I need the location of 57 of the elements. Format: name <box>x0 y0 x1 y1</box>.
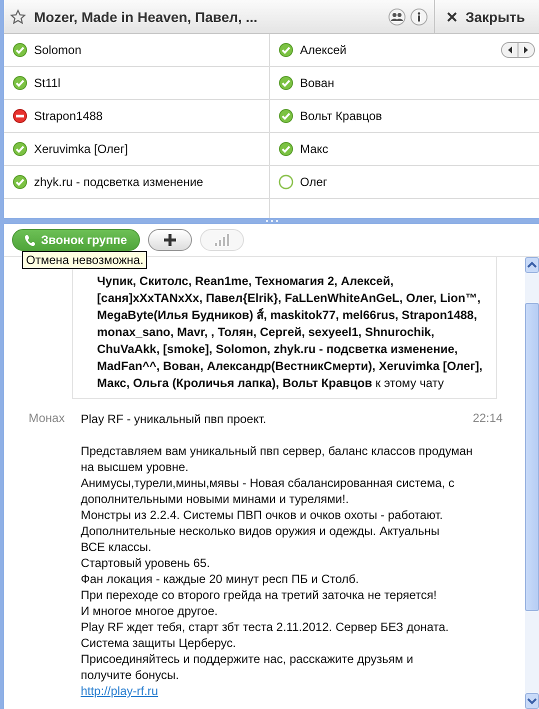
system-message-text: Чупик, Скитолс, Rean1me, Техномагия 2, Алексей, [саня]xXxTANxXx, Павел{Elrik}, FaLLenWhiteAnGeL, Олег, Lion™, MegaByte(Илья Будников) ส์, maskitok77, mel66rus, Strapon1488, monax_sano, Mavr, , Толян, Сергей, sexyeel1, Shnurochik, ChuVaAkk, [smoke], Solomon, zhyk.ru - подсветка изменение, MadFan^^, Вован, Александр(ВестникСмерти), Xeruvimka [Олег], Макс, Ольга (Кроличья лапка), Вольт Кравцов к этому чату <box>97 273 484 392</box>
message-line: получите бонусы. <box>80 667 180 683</box>
online-status-icon <box>278 42 294 58</box>
message-line: ВСЕ классы. <box>80 539 152 555</box>
participant-name[interactable]: St11l <box>34 76 60 90</box>
star-icon[interactable] <box>10 8 26 24</box>
close-icon <box>447 12 458 22</box>
participant-name[interactable]: Xeruvimka [Олег] <box>34 142 128 156</box>
participant-name[interactable]: Solomon <box>34 43 82 57</box>
message-line: Анимусы,турели,мины,мявы - Новая сбалансированная система, с <box>80 475 456 491</box>
message-line: При переходе со второго грейда на третий заточка не теряется! <box>80 587 438 603</box>
online-status-icon <box>12 75 28 91</box>
participant-name[interactable]: Алексей <box>300 43 346 57</box>
tooltip: Отмена невозможна. <box>22 251 148 269</box>
message-line: дополнительными новыми минами и турелями!. <box>80 491 350 507</box>
scroll-up-icon <box>525 257 539 273</box>
add-button[interactable] <box>148 229 192 251</box>
participant-name[interactable]: Макс <box>300 142 328 156</box>
message-line: И многое многое другое. <box>80 603 219 619</box>
participant-name[interactable]: Олег <box>300 175 328 189</box>
online-status-icon <box>12 174 28 190</box>
message-line: Play RF ждет тебя, старт збт теста 2.11.2012. Сервер БЕЗ доната. <box>80 619 450 635</box>
chat-title: Mozer, Made in Heaven, Павел, ... <box>34 8 258 24</box>
participant-name[interactable]: Strapon1488 <box>34 109 103 123</box>
online-status-icon <box>278 75 294 91</box>
message-line: на высшем уровне. <box>80 459 190 475</box>
message-line: Система защиты Церберус. <box>80 635 237 651</box>
grip-icon <box>264 219 278 223</box>
online-status-icon <box>278 141 294 157</box>
online-status-icon <box>12 141 28 157</box>
message-author: Монах <box>28 411 66 427</box>
online-status-icon <box>12 42 28 58</box>
participant-name[interactable]: Вован <box>300 76 334 90</box>
message-line: Монстры из 2.2.4. Системы ПВП очков и очков охоты - работают. <box>80 507 444 523</box>
message-line: Стартовый уровень 65. <box>80 555 211 571</box>
phone-icon <box>25 234 35 246</box>
message-line: Фан локация - каждые 20 минут респ ПБ и Столб. <box>80 571 360 587</box>
scroll-down-icon <box>525 693 539 709</box>
message-line: Представляем вам уникальный пвп сервер, баланс классов продуман <box>80 443 473 459</box>
online-status-icon <box>278 108 294 124</box>
participant-name[interactable]: Вольт Кравцов <box>300 109 382 123</box>
message-time: 22:14 <box>472 411 504 427</box>
busy-status-icon <box>12 108 28 124</box>
pager-arrows-icon[interactable] <box>501 42 535 58</box>
scrollbar[interactable] <box>525 257 539 709</box>
message-line: Дополнительные несколько видов оружия и одежды. Актуальны <box>80 523 441 539</box>
message-line: Play RF - уникальный пвп проект. <box>80 411 268 427</box>
participant-name[interactable]: zhyk.ru - подсветка изменение <box>34 175 204 189</box>
signal-bars-icon <box>214 234 230 246</box>
scroll-thumb[interactable] <box>525 303 539 611</box>
message-link[interactable]: http://play-rf.ru <box>80 684 158 698</box>
message-line: Присоединяйтесь и поддержите нас, расскажите друзьям и <box>80 651 414 667</box>
info-icon[interactable] <box>410 8 428 26</box>
close-button[interactable]: Закрыть <box>434 0 539 33</box>
participants-icon[interactable] <box>388 8 406 26</box>
plus-icon <box>163 233 177 247</box>
offline-status-icon <box>278 174 294 190</box>
